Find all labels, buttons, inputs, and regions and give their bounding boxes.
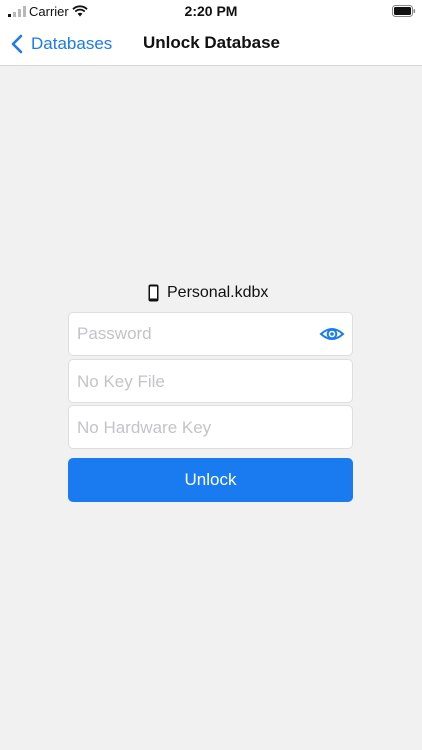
unlock-button[interactable]: Unlock bbox=[68, 458, 353, 502]
database-name: Personal.kdbx bbox=[167, 284, 269, 301]
password-field bbox=[68, 312, 353, 356]
eye-icon[interactable] bbox=[319, 323, 345, 345]
key-file-field[interactable]: No Key File bbox=[68, 359, 353, 403]
battery-icon bbox=[392, 5, 416, 17]
unlock-content: Personal.kdbx No Key File No Hardware Ke… bbox=[0, 66, 422, 750]
chevron-left-icon bbox=[11, 34, 23, 54]
status-time: 2:20 PM bbox=[184, 3, 238, 19]
back-button-label: Databases bbox=[31, 34, 113, 53]
status-bar: Carrier 2:20 PM bbox=[0, 0, 422, 22]
page-title: Unlock Database bbox=[143, 33, 280, 52]
navigation-bar: Databases Unlock Database bbox=[0, 22, 422, 66]
phone-icon bbox=[148, 284, 159, 302]
hardware-key-label: No Hardware Key bbox=[77, 418, 212, 437]
key-file-label: No Key File bbox=[77, 372, 165, 391]
hardware-key-field[interactable]: No Hardware Key bbox=[68, 405, 353, 449]
database-label: Personal.kdbx bbox=[148, 284, 268, 302]
password-input[interactable] bbox=[77, 313, 307, 355]
back-button[interactable]: Databases bbox=[10, 30, 112, 58]
